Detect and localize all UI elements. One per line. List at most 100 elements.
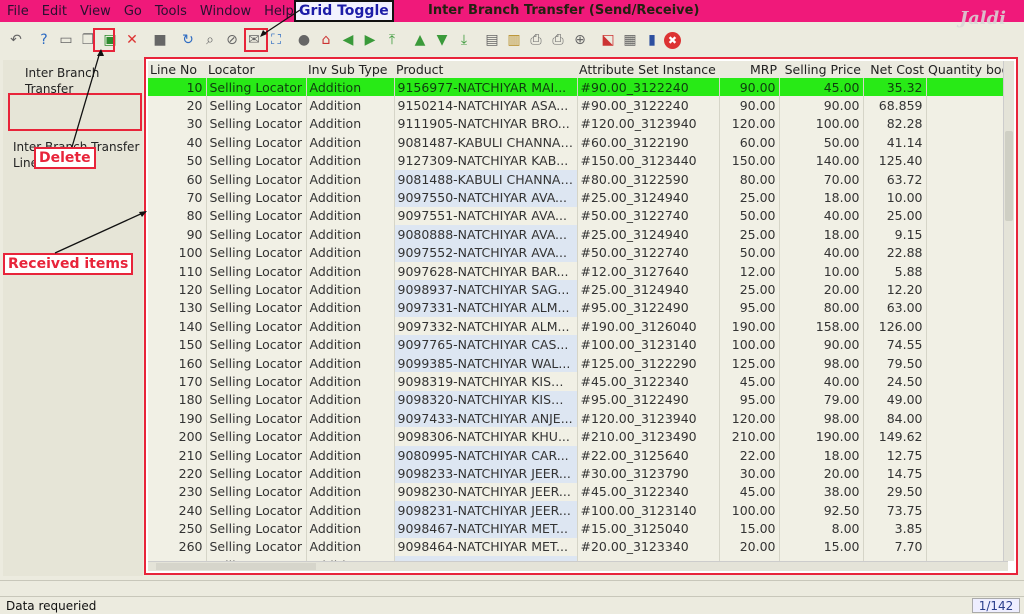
table-row[interactable]: 170 Selling Locator Addition 9098319-NATCHI… xyxy=(148,372,1008,391)
cell-mrp[interactable]: 45.00 xyxy=(719,482,780,501)
cell-inv-sub-type[interactable]: Addition xyxy=(306,261,395,281)
cell-net-cost[interactable]: 29.50 xyxy=(863,482,927,501)
cell-selling-price[interactable]: 90.00 xyxy=(779,335,864,354)
cell-product[interactable]: 9097433-NATCHIYAR ANJE... xyxy=(394,409,578,428)
cell-selling-price[interactable]: 98.00 xyxy=(779,353,864,373)
table-row[interactable]: 180 Selling Locator Addition 9098320-NATCHI… xyxy=(148,390,1008,410)
cell-selling-price[interactable]: 158.00 xyxy=(779,317,864,336)
cell-inv-sub-type[interactable]: Addition xyxy=(306,280,395,299)
cell-quantity-book[interactable] xyxy=(926,133,1008,152)
cell-product[interactable]: 9098230-NATCHIYAR JEER... xyxy=(394,482,578,501)
cell-line-no[interactable]: 60 xyxy=(148,169,207,189)
column-header-mrp[interactable]: MRP xyxy=(719,61,779,78)
table-row[interactable]: 70 Selling Locator Addition 9097550-NATCHIY… xyxy=(148,188,1008,207)
cell-product[interactable]: 9097552-NATCHIYAR AVA... xyxy=(394,243,578,262)
cell-quantity-book[interactable] xyxy=(926,519,1008,538)
cell-product[interactable]: 9098233-NATCHIYAR JEER... xyxy=(394,464,578,483)
cell-line-no[interactable]: 130 xyxy=(148,298,207,318)
cell-locator[interactable]: Selling Locator xyxy=(206,390,307,410)
cell-quantity-book[interactable] xyxy=(926,317,1008,336)
cell-product[interactable]: 9098231-NATCHIYAR JEER... xyxy=(394,500,578,520)
table-row[interactable]: 120 Selling Locator Addition 9098937-NATCHI… xyxy=(148,280,1008,299)
cell-net-cost[interactable]: 5.88 xyxy=(863,261,927,281)
cell-locator[interactable]: Selling Locator xyxy=(206,188,307,207)
cell-line-no[interactable]: 80 xyxy=(148,206,207,226)
cell-attribute-set-instance[interactable]: #90.00_3122240 xyxy=(577,78,720,97)
cell-mrp[interactable]: 100.00 xyxy=(719,500,780,520)
cell-selling-price[interactable]: 40.00 xyxy=(779,243,864,262)
cell-net-cost[interactable]: 12.20 xyxy=(863,280,927,299)
table-row[interactable]: 40 Selling Locator Addition 9081487-KABULI … xyxy=(148,133,1008,152)
table-row[interactable]: 30 Selling Locator Addition 9111905-NATCHIY… xyxy=(148,114,1008,134)
column-header-product[interactable]: Product xyxy=(394,61,577,78)
cell-selling-price[interactable]: 100.00 xyxy=(779,114,864,134)
cell-attribute-set-instance[interactable]: #25.00_3124940 xyxy=(577,188,720,207)
cell-mrp[interactable]: 45.00 xyxy=(719,372,780,391)
cell-selling-price[interactable]: 70.00 xyxy=(779,169,864,189)
cell-selling-price[interactable]: 79.00 xyxy=(779,390,864,410)
cell-product[interactable]: 9127309-NATCHIYAR KAB... xyxy=(394,151,578,170)
cell-mrp[interactable]: 25.00 xyxy=(719,225,780,244)
cell-mrp[interactable]: 190.00 xyxy=(719,317,780,336)
cell-selling-price[interactable]: 20.00 xyxy=(779,464,864,483)
cell-attribute-set-instance[interactable]: #60.00_3122190 xyxy=(577,133,720,152)
table-row[interactable]: 50 Selling Locator Addition 9127309-NATCHIY… xyxy=(148,151,1008,170)
cell-attribute-set-instance[interactable]: #190.00_3126040 xyxy=(577,317,720,336)
table-row[interactable]: 110 Selling Locator Addition 9097628-NATCHI… xyxy=(148,261,1008,281)
cell-line-no[interactable]: 110 xyxy=(148,261,207,281)
column-header-selling-price[interactable]: Selling Price xyxy=(779,61,863,78)
cell-product[interactable]: 9097550-NATCHIYAR AVA... xyxy=(394,188,578,207)
cell-line-no[interactable]: 180 xyxy=(148,390,207,410)
cell-net-cost[interactable]: 12.75 xyxy=(863,445,927,465)
cell-inv-sub-type[interactable]: Addition xyxy=(306,482,395,501)
cell-net-cost[interactable]: 14.75 xyxy=(863,464,927,483)
cell-net-cost[interactable]: 126.00 xyxy=(863,317,927,336)
first-record-icon[interactable]: ⤒ xyxy=(382,30,402,50)
cell-attribute-set-instance[interactable]: #22.00_3125640 xyxy=(577,445,720,465)
cell-net-cost[interactable]: 63.72 xyxy=(863,169,927,189)
cell-selling-price[interactable]: 140.00 xyxy=(779,151,864,170)
cell-quantity-book[interactable] xyxy=(926,335,1008,354)
cell-mrp[interactable]: 150.00 xyxy=(719,151,780,170)
cell-line-no[interactable]: 260 xyxy=(148,537,207,557)
cell-locator[interactable]: Selling Locator xyxy=(206,409,307,428)
cell-inv-sub-type[interactable]: Addition xyxy=(306,500,395,520)
column-header-quantity-book[interactable]: Quantity book xyxy=(926,61,1008,78)
cell-mrp[interactable]: 120.00 xyxy=(719,409,780,428)
cell-mrp[interactable]: 50.00 xyxy=(719,243,780,262)
cell-line-no[interactable]: 140 xyxy=(148,317,207,336)
archive-icon[interactable]: ▥ xyxy=(504,30,524,50)
cell-product[interactable]: 9097551-NATCHIYAR AVA... xyxy=(394,206,578,226)
zoom-across-icon[interactable]: ⊕ xyxy=(570,30,590,50)
cell-inv-sub-type[interactable]: Addition xyxy=(306,114,395,134)
cell-locator[interactable]: Selling Locator xyxy=(206,519,307,538)
cell-inv-sub-type[interactable]: Addition xyxy=(306,133,395,152)
vertical-scrollbar[interactable] xyxy=(1003,61,1014,561)
cell-quantity-book[interactable] xyxy=(926,353,1008,373)
cell-line-no[interactable]: 120 xyxy=(148,280,207,299)
cell-attribute-set-instance[interactable]: #45.00_3122340 xyxy=(577,482,720,501)
cell-attribute-set-instance[interactable]: #90.00_3122240 xyxy=(577,96,720,115)
cell-selling-price[interactable]: 40.00 xyxy=(779,206,864,226)
cell-inv-sub-type[interactable]: Addition xyxy=(306,372,395,391)
cell-inv-sub-type[interactable]: Addition xyxy=(306,243,395,262)
cell-locator[interactable]: Selling Locator xyxy=(206,206,307,226)
cell-attribute-set-instance[interactable]: #80.00_3122590 xyxy=(577,169,720,189)
table-row[interactable]: 150 Selling Locator Addition 9097765-NATCHI… xyxy=(148,335,1008,354)
menu-go[interactable]: Go xyxy=(117,4,148,19)
cell-locator[interactable]: Selling Locator xyxy=(206,500,307,520)
cell-quantity-book[interactable] xyxy=(926,390,1008,410)
cell-net-cost[interactable]: 24.50 xyxy=(863,372,927,391)
cell-net-cost[interactable]: 82.28 xyxy=(863,114,927,134)
history-icon[interactable]: ● xyxy=(294,30,314,50)
table-row[interactable]: 90 Selling Locator Addition 9080888-NATCHIY… xyxy=(148,225,1008,244)
cell-product[interactable]: 9098319-NATCHIYAR KISM... xyxy=(394,372,578,391)
cell-line-no[interactable]: 10 xyxy=(148,78,207,97)
cell-inv-sub-type[interactable]: Addition xyxy=(306,353,395,373)
cell-net-cost[interactable]: 49.00 xyxy=(863,390,927,410)
table-row[interactable]: 20 Selling Locator Addition 9150214-NATCHIY… xyxy=(148,96,1008,115)
cell-product[interactable]: 9099385-NATCHIYAR WAL... xyxy=(394,353,578,373)
undo-icon[interactable]: ↶ xyxy=(6,30,26,50)
table-row[interactable]: 140 Selling Locator Addition 9097332-NATCHI… xyxy=(148,317,1008,336)
cell-locator[interactable]: Selling Locator xyxy=(206,427,307,446)
